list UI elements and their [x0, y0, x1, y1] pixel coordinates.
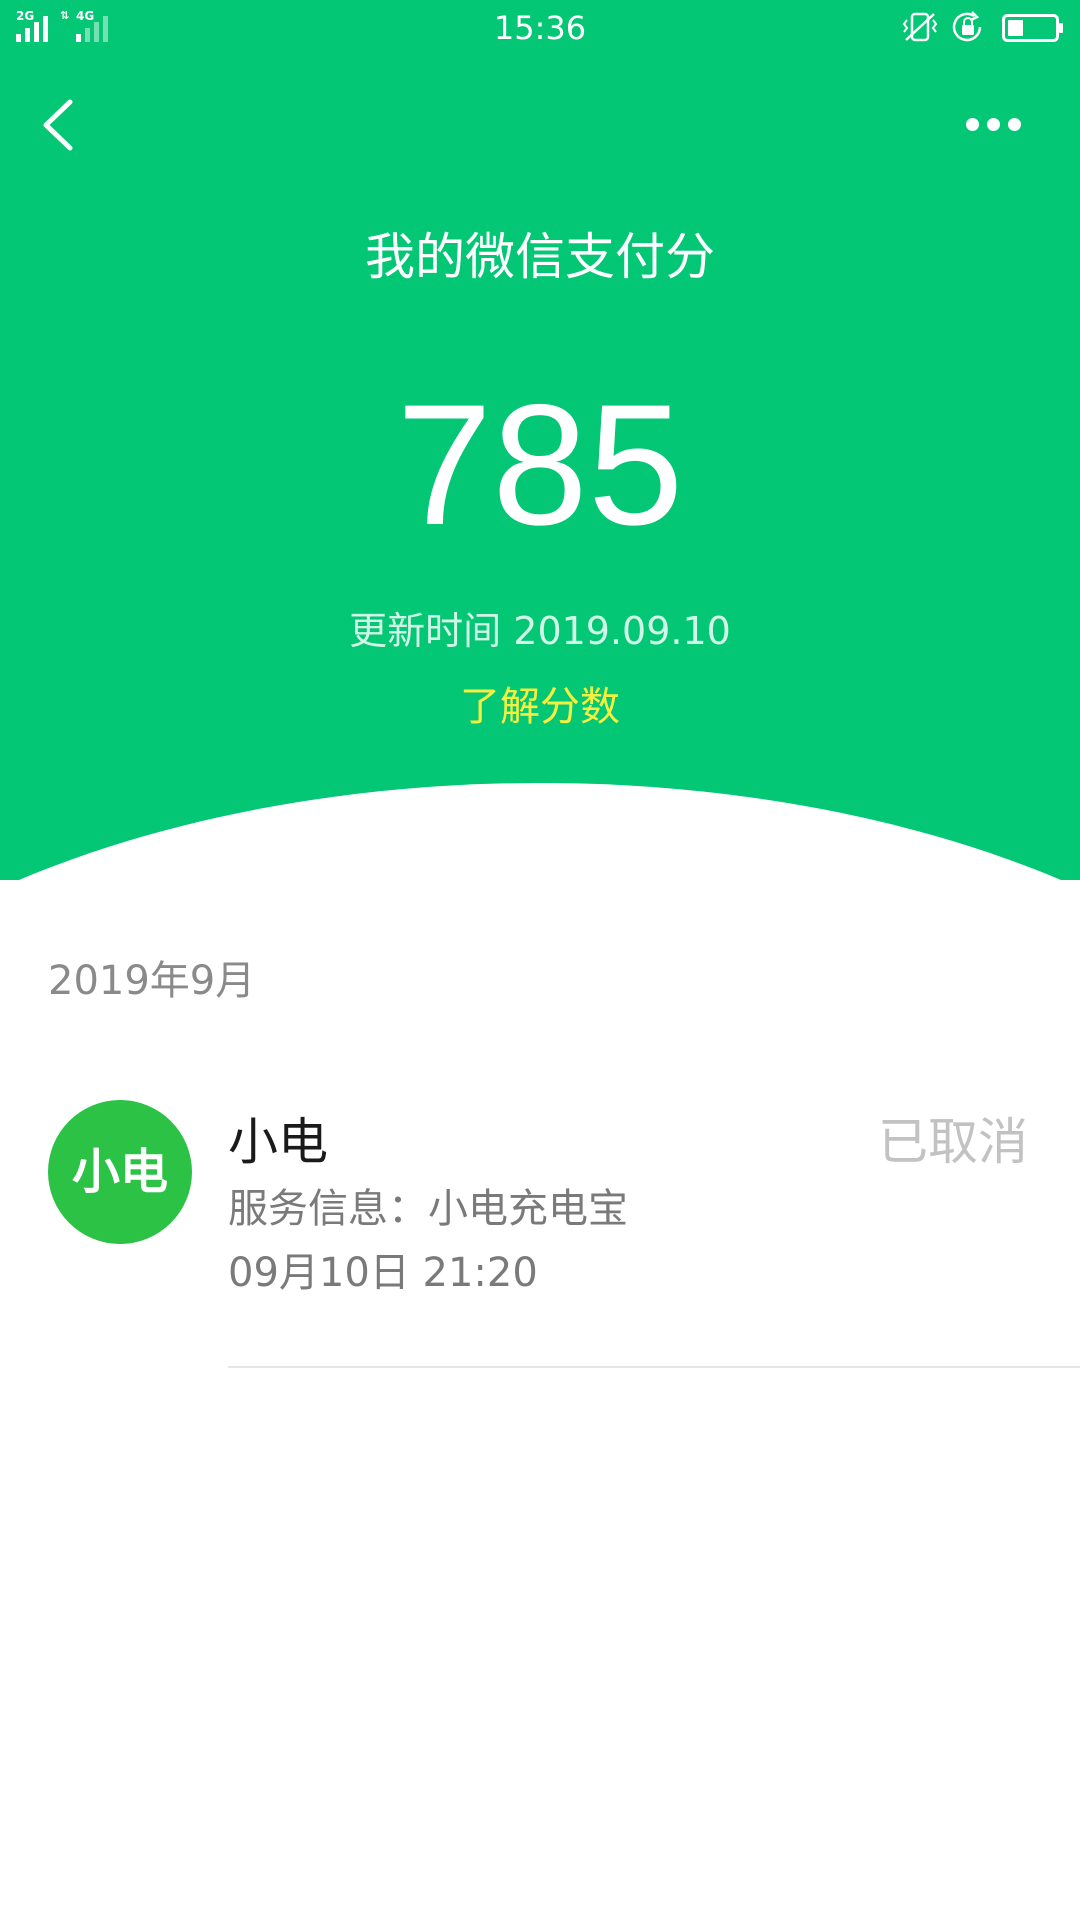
update-time-label: 更新时间	[349, 609, 502, 653]
rotation-lock-icon	[952, 11, 982, 42]
status-badge: 已取消	[878, 1113, 1028, 1171]
merchant-avatar: 小电	[48, 1100, 192, 1244]
more-options-button[interactable]	[960, 110, 1030, 140]
list-divider	[228, 1366, 1080, 1368]
score-header: 2G ⇅ 4G 15:36 我的微信支付分 785 更新时间 2019.09.1…	[0, 0, 1080, 880]
battery-icon	[1002, 14, 1063, 42]
vibrate-icon	[902, 12, 938, 42]
page-title: 我的微信支付分	[365, 228, 715, 286]
update-time-value: 2019.09.10	[513, 609, 731, 653]
more-dot-icon	[966, 118, 979, 131]
update-time: 更新时间 2019.09.10	[0, 606, 1080, 656]
learn-score-link[interactable]: 了解分数	[0, 680, 1080, 734]
service-info: 服务信息：小电充电宝	[228, 1186, 628, 1232]
back-button[interactable]	[34, 90, 82, 160]
payment-score: 785	[396, 369, 684, 561]
status-bar: 2G ⇅ 4G 15:36	[0, 0, 1080, 56]
header-curve	[0, 783, 1080, 880]
month-header: 2019年9月	[48, 958, 256, 1004]
record-time: 09月10日 21:20	[228, 1250, 538, 1296]
service-record-item[interactable]: 小电 小电 服务信息：小电充电宝 09月10日 21:20 已取消	[0, 1080, 1080, 1370]
merchant-name: 小电	[228, 1113, 328, 1171]
more-dot-icon	[1008, 118, 1021, 131]
more-dot-icon	[987, 118, 1000, 131]
